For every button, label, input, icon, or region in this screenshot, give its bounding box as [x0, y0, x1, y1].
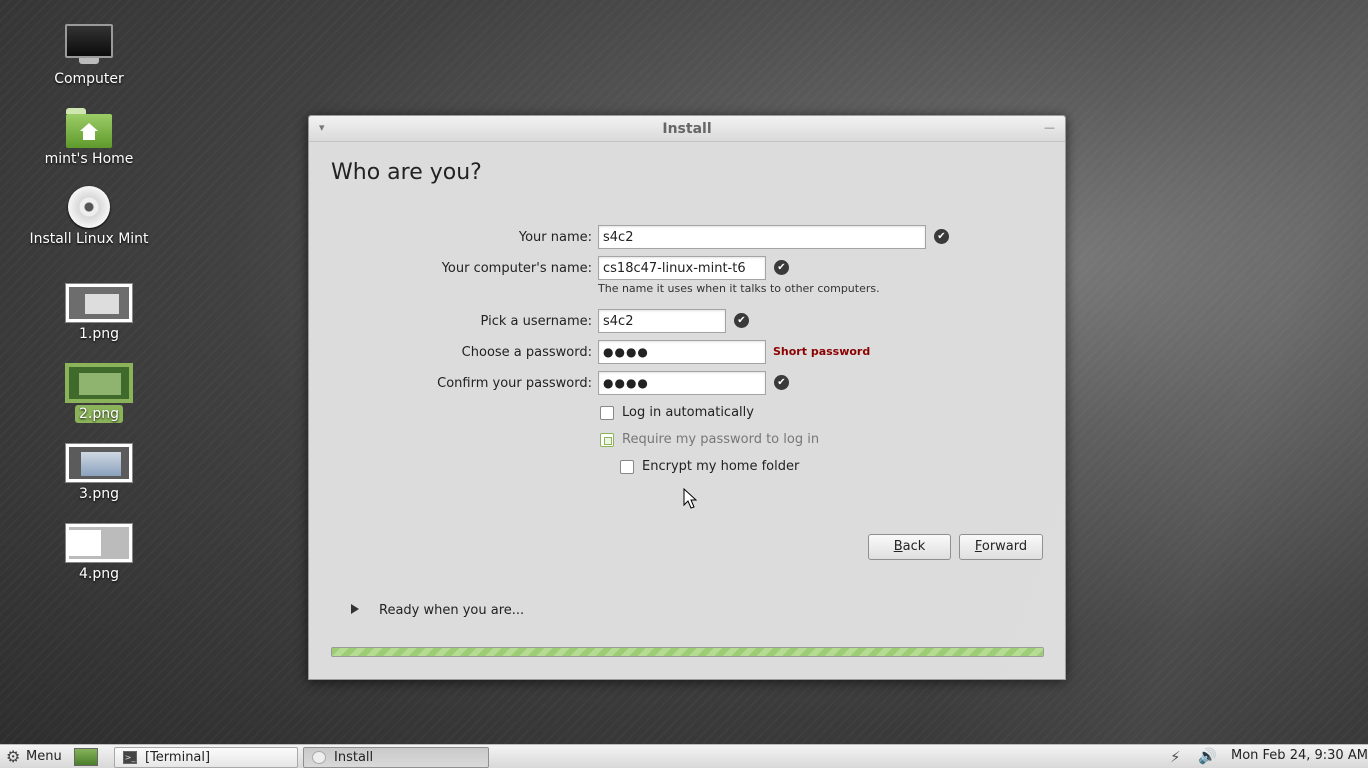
check-icon: ✔	[774, 260, 789, 275]
confirm-password-row: Confirm your password: ✔	[309, 371, 1009, 395]
clock[interactable]: Mon Feb 24, 9:30 AM	[1231, 748, 1368, 763]
username-field[interactable]	[598, 309, 726, 333]
install-window: ▾ Install — Who are you? Your name: ✔ Yo…	[308, 115, 1066, 680]
desktop-icon-label: Install Linux Mint	[29, 231, 149, 247]
login-automatically-option[interactable]: Log in automatically	[600, 405, 800, 423]
desktop-icon-computer[interactable]: Computer	[24, 24, 154, 88]
image-thumbnail-icon	[65, 443, 133, 483]
menu-label: Menu	[26, 749, 62, 764]
taskbar: ⚙ Menu >_ [Terminal] Install ⚡ 🔊 Mon Feb…	[0, 744, 1368, 768]
username-row: Pick a username: ✔	[309, 309, 1009, 333]
window-titlebar[interactable]: ▾ Install —	[309, 116, 1065, 142]
window-title: Install	[662, 121, 712, 137]
name-row: Your name: ✔	[309, 225, 1009, 249]
menu-button[interactable]: ⚙ Menu	[4, 747, 62, 767]
image-thumbnail-icon	[65, 283, 133, 323]
computer-name-label: Your computer's name:	[441, 261, 592, 276]
password-strength-warning: Short password	[773, 345, 871, 358]
desktop-icon-2png[interactable]: 2.png	[34, 363, 164, 423]
require-password-radio[interactable]	[600, 433, 614, 447]
volume-icon[interactable]: 🔊	[1198, 747, 1217, 765]
password-label: Choose a password:	[461, 345, 592, 360]
installer-icon	[312, 751, 326, 764]
expander-arrow-icon[interactable]	[351, 604, 359, 614]
encrypt-home-option[interactable]: Encrypt my home folder	[620, 459, 820, 477]
desktop-icon-home[interactable]: mint's Home	[24, 108, 154, 168]
check-icon: ✔	[934, 229, 949, 244]
desktop-icon-4png[interactable]: 4.png	[34, 523, 164, 583]
gear-icon: ⚙	[6, 747, 21, 766]
task-terminal[interactable]: >_ [Terminal]	[114, 747, 298, 768]
desktop-icon-1png[interactable]: 1.png	[34, 283, 164, 343]
username-label: Pick a username:	[480, 314, 592, 329]
expander-label[interactable]: Ready when you are...	[379, 603, 524, 618]
desktop-icon-3png[interactable]: 3.png	[34, 443, 164, 503]
login-automatically-checkbox[interactable]	[600, 406, 614, 420]
password-field[interactable]	[598, 340, 766, 364]
login-automatically-label: Log in automatically	[622, 405, 754, 420]
desktop-icon-label: 4.png	[78, 566, 119, 582]
task-install[interactable]: Install	[303, 747, 489, 768]
computer-icon	[65, 24, 113, 68]
disc-icon	[68, 186, 110, 228]
minimize-icon[interactable]: —	[1044, 121, 1055, 134]
check-icon: ✔	[734, 313, 749, 328]
terminal-icon: >_	[123, 751, 137, 764]
desktop-icon-label: Computer	[54, 71, 124, 87]
name-label: Your name:	[518, 230, 592, 245]
computer-name-field[interactable]	[598, 256, 766, 280]
back-button[interactable]: Back	[868, 534, 951, 560]
task-label: [Terminal]	[145, 750, 211, 765]
computer-name-hint: The name it uses when it talks to other …	[598, 282, 880, 295]
encrypt-home-checkbox[interactable]	[620, 460, 634, 474]
progress-bar	[331, 647, 1044, 657]
desktop-icon-label: mint's Home	[44, 151, 134, 167]
computer-name-row: Your computer's name: ✔	[309, 256, 1009, 280]
show-desktop-button[interactable]	[74, 748, 98, 766]
page-title: Who are you?	[331, 160, 482, 185]
task-label: Install	[334, 750, 374, 765]
check-icon: ✔	[774, 375, 789, 390]
desktop-icon-label: 2.png	[74, 405, 123, 423]
desktop-icon-label: 3.png	[78, 486, 119, 502]
image-thumbnail-icon	[65, 523, 133, 563]
password-row: Choose a password: Short password	[309, 340, 1009, 364]
progress-fill	[332, 648, 1043, 656]
confirm-password-field[interactable]	[598, 371, 766, 395]
desktop: Computer mint's Home Install Linux Mint …	[0, 0, 1368, 744]
encrypt-home-label: Encrypt my home folder	[642, 459, 800, 474]
image-thumbnail-icon	[65, 363, 133, 403]
desktop-icon-label: 1.png	[78, 326, 119, 342]
network-icon[interactable]: ⚡	[1170, 748, 1181, 766]
require-password-option[interactable]: Require my password to log in	[600, 432, 840, 450]
name-field[interactable]	[598, 225, 926, 249]
confirm-password-label: Confirm your password:	[437, 376, 592, 391]
home-folder-icon	[66, 108, 112, 148]
forward-button[interactable]: Forward	[959, 534, 1043, 560]
require-password-label: Require my password to log in	[622, 432, 820, 447]
desktop-icon-install[interactable]: Install Linux Mint	[24, 186, 154, 248]
